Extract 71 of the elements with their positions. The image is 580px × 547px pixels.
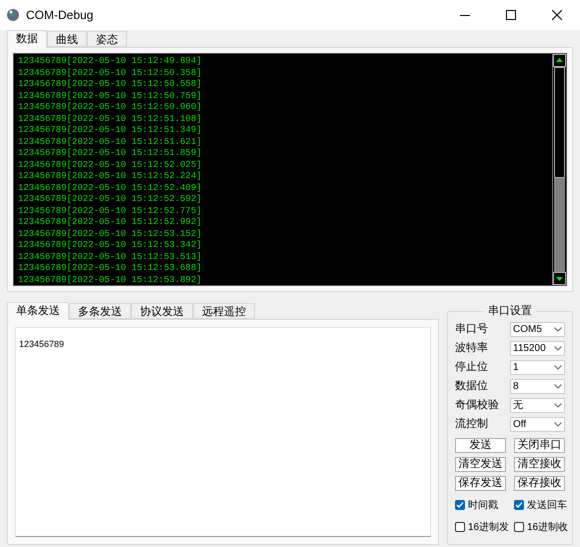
chevron-icon (554, 422, 562, 427)
tab[interactable]: 协议发送 (131, 303, 193, 319)
chevron-icon (554, 365, 562, 370)
tab[interactable]: 远程遥控 (193, 303, 255, 319)
log-line: 123456789[2022-05-10 15:12:49.894] (18, 56, 202, 68)
dropdown[interactable]: 8 (510, 379, 565, 394)
chevron-icon (554, 384, 562, 389)
window-title: COM-Debug (26, 7, 94, 24)
dropdown[interactable]: 无 (510, 398, 565, 413)
chevron-icon (554, 403, 562, 408)
log-line: 123456789[2022-05-10 15:12:53.342] (18, 240, 202, 252)
action-button[interactable]: 保存接收 (514, 476, 565, 491)
log-line: 123456789[2022-05-10 15:12:51.859] (18, 148, 202, 160)
tab[interactable]: 曲线 (47, 31, 87, 47)
close-icon (552, 10, 562, 20)
chevron-icon (554, 346, 562, 351)
log-line: 123456789[2022-05-10 15:12:52.775] (18, 206, 202, 217)
checkbox[interactable] (514, 500, 524, 510)
scroll-down-icon[interactable] (553, 272, 566, 285)
log-line: 123456789[2022-05-10 15:12:53.513] (18, 252, 202, 263)
log-line: 123456789[2022-05-10 15:12:51.349] (18, 125, 202, 136)
chevron-icon (554, 327, 562, 332)
dropdown[interactable]: Off (510, 417, 565, 432)
checkbox[interactable] (455, 522, 465, 532)
dropdown[interactable]: 115200 (510, 341, 565, 356)
checkbox[interactable] (455, 500, 465, 510)
tab[interactable]: 单条发送 (7, 302, 69, 320)
log-line: 123456789[2022-05-10 15:12:52.025] (18, 160, 202, 171)
log-line: 123456789[2022-05-10 15:12:53.892] (18, 274, 202, 286)
dropdown[interactable]: 1 (510, 360, 565, 375)
log-line: 123456789[2022-05-10 15:12:50.558] (18, 79, 202, 90)
scroll-up-icon[interactable] (553, 54, 566, 67)
tab[interactable]: 数据 (7, 30, 47, 48)
action-button[interactable]: 发送 (455, 438, 506, 453)
send-field[interactable]: 123456789 (15, 327, 431, 537)
field-label: 停止位 (455, 360, 489, 376)
check-icon (456, 501, 464, 509)
log-line: 123456789[2022-05-10 15:12:52.224] (18, 171, 202, 182)
scrollbar[interactable] (552, 54, 566, 285)
log-line: 123456789[2022-05-10 15:12:52.409] (18, 182, 202, 194)
field-label: 数据位 (455, 379, 489, 394)
log-line: 123456789[2022-05-10 15:12:50.960] (18, 102, 202, 114)
log-line: 123456789[2022-05-10 15:12:50.358] (18, 68, 202, 79)
globe-icon (6, 8, 20, 22)
tab[interactable]: 多条发送 (69, 303, 131, 319)
action-button[interactable]: 保存发送 (455, 476, 506, 491)
action-button[interactable]: 清空接收 (514, 457, 565, 472)
group-title: 串口设置 (484, 304, 536, 318)
field-label: 流控制 (455, 416, 489, 432)
checkbox-label: 时间戳 (468, 498, 498, 512)
log-line: 123456789[2022-05-10 15:12:53.688] (18, 263, 202, 274)
checkbox-label: 16进制发 (468, 520, 510, 534)
log-line: 123456789[2022-05-10 15:12:51.108] (18, 114, 202, 125)
dropdown[interactable]: COM5 (510, 322, 565, 337)
checkbox-label: 发送回车 (527, 498, 567, 512)
log-line: 123456789[2022-05-10 15:12:52.592] (18, 194, 202, 206)
log-line: 123456789[2022-05-10 15:12:52.992] (18, 217, 202, 228)
field-label: 波特率 (455, 340, 489, 356)
maximize-icon (506, 10, 516, 20)
log-line: 123456789[2022-05-10 15:12:53.152] (18, 228, 202, 240)
field-label: 奇偶校验 (455, 398, 500, 414)
check-icon (515, 501, 523, 509)
action-button[interactable]: 关闭串口 (514, 438, 565, 453)
tab[interactable]: 姿态 (87, 31, 127, 47)
action-button[interactable]: 清空发送 (455, 457, 506, 472)
send-text: 123456789 (19, 339, 64, 349)
checkbox-label: 16进制收 (527, 520, 568, 534)
field-label: 串口号 (455, 322, 489, 338)
log-line: 123456789[2022-05-10 15:12:51.621] (18, 136, 202, 148)
checkbox[interactable] (514, 522, 524, 532)
log-line: 123456789[2022-05-10 15:12:50.759] (18, 90, 202, 102)
